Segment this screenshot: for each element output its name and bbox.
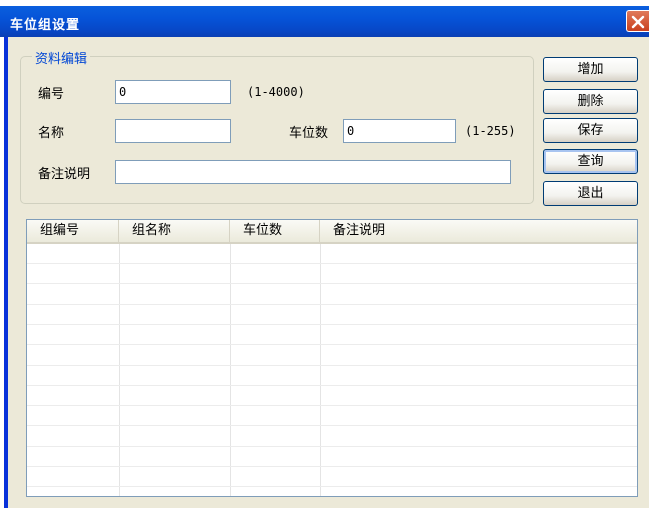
table-row-divider xyxy=(27,405,637,406)
table-header: 组编号 组名称 车位数 备注说明 xyxy=(27,220,637,244)
group-table[interactable]: 组编号 组名称 车位数 备注说明 xyxy=(26,219,638,497)
id-label: 编号 xyxy=(38,87,65,102)
table-column-divider xyxy=(119,244,120,496)
table-row-divider xyxy=(27,365,637,366)
query-button[interactable]: 查询 xyxy=(543,149,638,174)
table-row-divider xyxy=(27,425,637,426)
table-row-divider xyxy=(27,304,637,305)
delete-button[interactable]: 删除 xyxy=(543,89,638,114)
table-row-divider xyxy=(27,466,637,467)
close-button[interactable] xyxy=(626,10,649,32)
add-button[interactable]: 增加 xyxy=(543,57,638,82)
save-button[interactable]: 保存 xyxy=(543,118,638,143)
exit-button[interactable]: 退出 xyxy=(543,181,638,206)
slots-range-hint: (1-255) xyxy=(465,124,516,138)
table-row-divider xyxy=(27,486,637,487)
id-range-hint: (1-4000) xyxy=(247,85,305,99)
table-column-divider xyxy=(230,244,231,496)
close-icon xyxy=(631,15,645,29)
window-title: 车位组设置 xyxy=(10,18,81,33)
column-header-group-id[interactable]: 组编号 xyxy=(27,220,119,242)
note-input[interactable] xyxy=(115,160,511,184)
name-label: 名称 xyxy=(38,126,65,141)
data-edit-group-title: 资料编辑 xyxy=(32,48,91,67)
table-row-divider xyxy=(27,324,637,325)
slots-input[interactable]: 0 xyxy=(343,119,456,143)
column-header-group-name[interactable]: 组名称 xyxy=(119,220,230,242)
note-label: 备注说明 xyxy=(38,167,91,182)
table-row-divider xyxy=(27,283,637,284)
table-column-divider xyxy=(320,244,321,496)
table-row-divider xyxy=(27,344,637,345)
name-input[interactable] xyxy=(115,119,231,143)
title-bar[interactable]: 车位组设置 xyxy=(0,6,649,37)
column-header-note[interactable]: 备注说明 xyxy=(320,220,637,242)
slots-label: 车位数 xyxy=(289,126,329,141)
table-row-divider xyxy=(27,263,637,264)
table-row-divider xyxy=(27,385,637,386)
table-row-divider xyxy=(27,446,637,447)
column-header-slot-count[interactable]: 车位数 xyxy=(230,220,320,242)
id-input[interactable]: 0 xyxy=(115,80,231,104)
